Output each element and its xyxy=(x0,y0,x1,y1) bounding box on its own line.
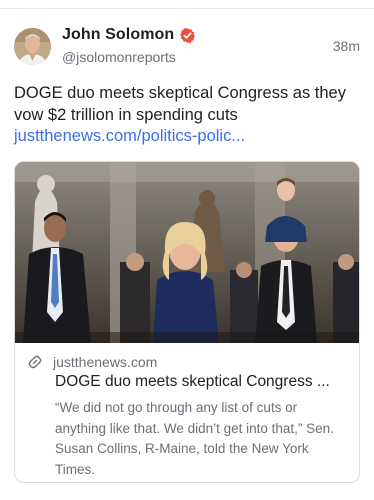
top-divider xyxy=(0,0,374,9)
post-timestamp[interactable]: 38m xyxy=(333,38,360,54)
post-text: DOGE duo meets skeptical Congress as the… xyxy=(14,84,346,124)
card-domain: justthenews.com xyxy=(53,354,158,370)
author-handle[interactable]: @jsolomonreports xyxy=(62,49,176,65)
author-row: John Solomon xyxy=(62,24,196,46)
author-name[interactable]: John Solomon xyxy=(62,26,174,44)
card-domain-row: justthenews.com xyxy=(27,353,157,371)
verified-badge-icon xyxy=(179,27,196,44)
card-title[interactable]: DOGE duo meets skeptical Congress ... xyxy=(55,373,351,391)
post-link[interactable]: justthenews.com/politics-polic... xyxy=(14,125,245,147)
post[interactable]: John Solomon @jsolomonreports 38m DOGE d… xyxy=(0,9,374,500)
link-icon xyxy=(27,354,43,370)
card-description: “We did not go through any list of cuts … xyxy=(55,400,334,477)
link-preview-card[interactable]: justthenews.com DOGE duo meets skeptical… xyxy=(14,161,360,483)
card-image xyxy=(15,162,359,343)
avatar[interactable] xyxy=(14,28,51,65)
